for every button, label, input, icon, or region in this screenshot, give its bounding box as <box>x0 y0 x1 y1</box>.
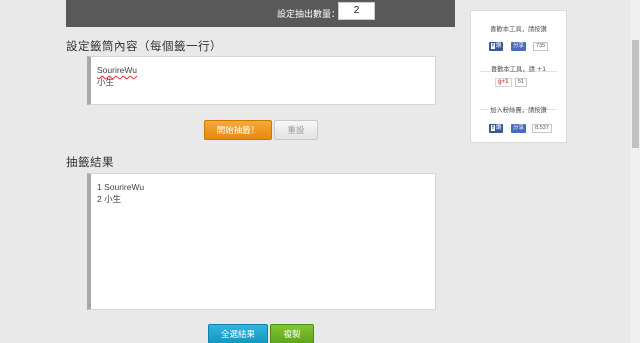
facebook-icon: f <box>491 43 495 49</box>
facebook-fan-share-button[interactable]: 分享 <box>511 124 527 133</box>
facebook-like-count: 735 <box>533 42 549 51</box>
result-line: 2 小生 <box>97 194 122 204</box>
select-all-button[interactable]: 全選結果 <box>208 324 268 343</box>
facebook-share-button[interactable]: 分享 <box>511 42 527 51</box>
items-textarea[interactable]: SourireWu 小生 <box>87 56 436 105</box>
start-draw-button[interactable]: 開始抽籤！ <box>204 120 272 140</box>
item-line: SourireWu <box>97 65 137 75</box>
facebook-fan-count: 8,537 <box>532 124 552 133</box>
result-heading: 抽籤結果 <box>66 155 114 169</box>
draw-count-input[interactable]: 2 <box>338 2 375 20</box>
scrollbar-thumb[interactable] <box>632 40 639 148</box>
reset-button[interactable]: 重設 <box>274 120 318 140</box>
fan-page-prompt: 加入粉絲團，請按讚 <box>490 107 547 114</box>
social-sidebar: 喜歡本工具，請按讚 f讚 分享 735 喜歡本工具，請 +1 g+1 51 加入… <box>470 10 567 143</box>
facebook-icon: f <box>491 125 495 131</box>
copy-button[interactable]: 複製 <box>270 324 314 343</box>
draw-count-label: 設定抽出數量： <box>277 10 341 20</box>
result-textarea[interactable]: 1 SourireWu 2 小生 <box>87 173 436 310</box>
plus-one-prompt: 喜歡本工具，請 +1 <box>490 66 547 73</box>
page-scrollbar[interactable] <box>631 0 640 343</box>
result-line: 1 SourireWu <box>97 182 145 192</box>
google-plus-button[interactable]: g+1 <box>495 78 512 87</box>
items-heading: 設定籤筒內容（每個籤一行） <box>66 39 222 53</box>
like-prompt: 喜歡本工具，請按讚 <box>490 26 547 33</box>
top-bar: 設定抽出數量： 2 <box>66 0 455 27</box>
facebook-fan-like-button[interactable]: f讚 <box>489 124 504 133</box>
google-plus-count: 51 <box>515 78 528 87</box>
item-line: 小生 <box>97 77 115 87</box>
facebook-like-button[interactable]: f讚 <box>489 42 504 51</box>
